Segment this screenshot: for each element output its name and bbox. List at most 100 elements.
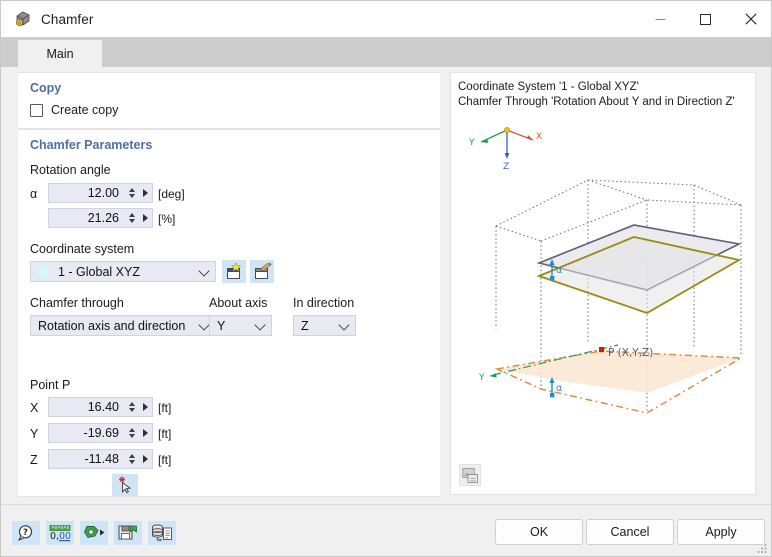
pick-point-button[interactable] bbox=[112, 474, 138, 496]
image-export-button[interactable] bbox=[459, 464, 481, 486]
help-button[interactable]: ? bbox=[12, 521, 40, 545]
maximize-button[interactable] bbox=[683, 1, 728, 37]
chamfer-through-label: Chamfer through bbox=[30, 296, 124, 310]
apply-button[interactable]: Apply bbox=[677, 519, 765, 545]
chevron-down-icon bbox=[254, 318, 266, 331]
preview-panel: Coordinate System '1 - Global XYZ' Chamf… bbox=[450, 72, 756, 495]
close-button[interactable] bbox=[728, 1, 771, 37]
chamfer-through-select[interactable]: Rotation axis and direction bbox=[30, 315, 216, 336]
point-p-z-input[interactable]: -11.48 bbox=[48, 449, 153, 469]
ok-button-label: OK bbox=[529, 525, 549, 539]
create-copy-label: Create copy bbox=[51, 103, 119, 117]
tab-main[interactable]: Main bbox=[18, 40, 102, 67]
rotation-angle-deg-unit: [deg] bbox=[158, 187, 185, 201]
svg-text:α: α bbox=[556, 383, 562, 394]
help-icon: ? bbox=[18, 525, 33, 541]
point-p-y-value: -19.69 bbox=[83, 426, 119, 440]
cancel-button-label: Cancel bbox=[610, 525, 650, 539]
svg-text:?: ? bbox=[23, 528, 28, 538]
minimize-button[interactable] bbox=[638, 1, 683, 37]
svg-text:α: α bbox=[556, 265, 562, 276]
point-p-y-stepper[interactable] bbox=[125, 424, 138, 442]
preview-graphic: X Y Z α Y P (X,Y,Z) α bbox=[468, 127, 744, 414]
coordinate-system-select[interactable]: 1 - Global XYZ bbox=[30, 261, 216, 282]
create-copy-checkbox-row[interactable]: Create copy bbox=[30, 103, 118, 117]
preview-title-line1: Coordinate System '1 - Global XYZ' bbox=[458, 81, 639, 93]
settings-apply-button[interactable] bbox=[80, 521, 108, 545]
rotation-angle-pct-stepper[interactable] bbox=[125, 209, 138, 227]
svg-text:Y: Y bbox=[468, 138, 475, 148]
point-p-x-input[interactable]: 16.40 bbox=[48, 397, 153, 417]
rotation-angle-pct-value: 21.26 bbox=[87, 211, 119, 225]
point-p-marker: P (X,Y,Z) bbox=[599, 347, 653, 359]
window-title: Chamfer bbox=[41, 11, 94, 27]
point-p-z-axis-label: Z bbox=[30, 453, 38, 467]
about-axis-label: About axis bbox=[209, 296, 268, 310]
about-axis-value: Y bbox=[217, 318, 226, 333]
tab-strip: Main bbox=[1, 37, 771, 67]
cancel-button[interactable]: Cancel bbox=[586, 519, 674, 545]
image-export-icon bbox=[461, 467, 478, 483]
point-p-x-stepper[interactable] bbox=[125, 398, 138, 416]
coordinate-system-label: Coordinate system bbox=[30, 242, 135, 256]
chamfer-parameters-section: Chamfer Parameters Rotation angle α 12.0… bbox=[18, 129, 440, 497]
copy-section-title: Copy bbox=[30, 81, 62, 95]
close-icon bbox=[744, 13, 757, 25]
create-copy-checkbox[interactable] bbox=[30, 103, 43, 117]
title-bar: 6 Chamfer bbox=[1, 1, 771, 37]
rotation-angle-deg-expand-icon[interactable] bbox=[138, 184, 152, 202]
svg-text:6: 6 bbox=[18, 20, 21, 26]
svg-text:X: X bbox=[536, 132, 542, 142]
point-p-z-stepper[interactable] bbox=[125, 450, 138, 468]
preview-title: Coordinate System '1 - Global XYZ' Chamf… bbox=[458, 80, 735, 110]
point-p-z-expand-icon[interactable] bbox=[138, 450, 152, 468]
window-controls bbox=[638, 1, 771, 37]
svg-text:P (X,Y,Z): P (X,Y,Z) bbox=[608, 347, 653, 359]
point-p-y-expand-icon[interactable] bbox=[138, 424, 152, 442]
point-p-x-unit: [ft] bbox=[158, 401, 172, 415]
settings-arrow-icon bbox=[83, 526, 105, 539]
tab-main-label: Main bbox=[46, 46, 74, 61]
save-settings-icon bbox=[118, 525, 137, 540]
alpha-symbol-label: α bbox=[30, 187, 38, 201]
coordinate-system-value: 1 - Global XYZ bbox=[58, 264, 140, 279]
in-direction-value: Z bbox=[301, 318, 309, 333]
resize-grip[interactable] bbox=[755, 542, 769, 556]
units-decimal-places-icon: 0, 00 bbox=[49, 524, 71, 542]
in-direction-select[interactable]: Z bbox=[293, 315, 356, 336]
chamfer-parameters-title: Chamfer Parameters bbox=[30, 138, 153, 152]
dialog-content: Copy Create copy Chamfer Parameters Rota… bbox=[1, 67, 771, 504]
decimal-places-button[interactable]: 0, 00 bbox=[46, 521, 74, 545]
edit-coordinate-system-button[interactable] bbox=[250, 260, 274, 283]
about-axis-select[interactable]: Y bbox=[209, 315, 272, 336]
chamfer-dialog: 6 Chamfer Main Copy Create copy Chamfer … bbox=[0, 0, 772, 557]
rotation-angle-pct-expand-icon[interactable] bbox=[138, 209, 152, 227]
rotation-angle-deg-stepper[interactable] bbox=[125, 184, 138, 202]
save-settings-button[interactable] bbox=[114, 521, 142, 545]
database-document-button[interactable] bbox=[148, 521, 176, 545]
point-p-x-expand-icon[interactable] bbox=[138, 398, 152, 416]
chamfer-through-value: Rotation axis and direction bbox=[38, 318, 186, 333]
point-p-y-input[interactable]: -19.69 bbox=[48, 423, 153, 443]
point-p-z-unit: [ft] bbox=[158, 453, 172, 467]
rotation-angle-pct-unit: [%] bbox=[158, 212, 176, 226]
ok-button[interactable]: OK bbox=[495, 519, 583, 545]
point-p-y-axis-label: Y bbox=[30, 427, 39, 441]
point-p-y-unit: [ft] bbox=[158, 427, 172, 441]
coordinate-system-color-swatch bbox=[35, 265, 50, 278]
point-p-z-value: -11.48 bbox=[84, 452, 119, 466]
rotation-angle-deg-value: 12.00 bbox=[87, 186, 119, 200]
new-coordinate-system-icon bbox=[226, 262, 241, 279]
rotation-angle-pct-input[interactable]: 21.26 bbox=[48, 208, 153, 228]
new-coordinate-system-button[interactable] bbox=[222, 260, 246, 283]
in-direction-label: In direction bbox=[293, 296, 355, 310]
axis-triad: X Y Z bbox=[468, 127, 542, 172]
svg-text:Y: Y bbox=[478, 373, 485, 383]
maximize-icon bbox=[700, 13, 711, 25]
pick-point-cursor-icon bbox=[119, 476, 132, 494]
rotation-angle-deg-input[interactable]: 12.00 bbox=[48, 183, 153, 203]
preview-title-line2: Chamfer Through 'Rotation About Y and in… bbox=[458, 96, 735, 108]
database-document-icon bbox=[152, 524, 172, 542]
edit-coordinate-system-icon bbox=[254, 262, 272, 279]
apply-button-label: Apply bbox=[705, 525, 737, 539]
